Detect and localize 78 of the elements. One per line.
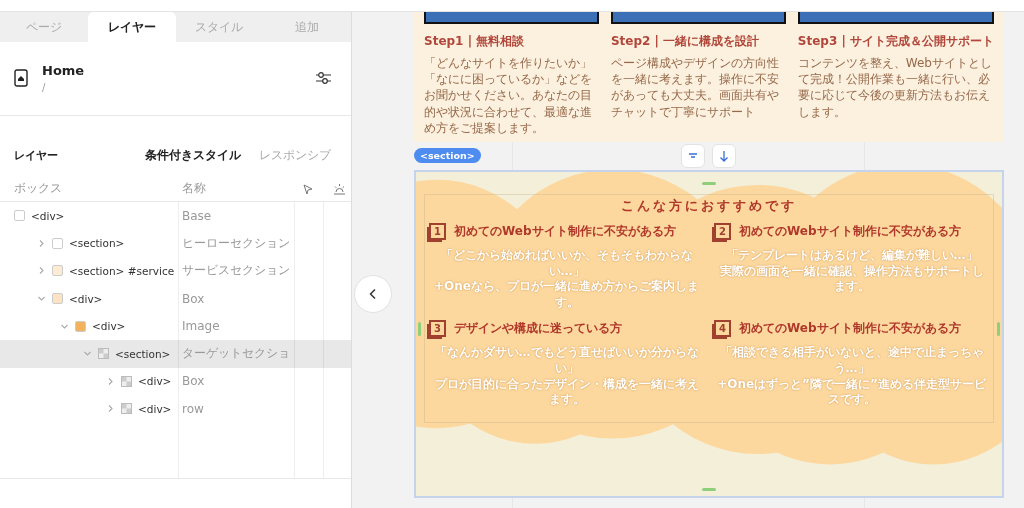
- item-description: +Oneはずっと”隣で一緒に”進める伴走型サービスです。: [716, 376, 987, 408]
- resize-handle[interactable]: [997, 321, 1000, 336]
- chevron-right-icon[interactable]: [37, 238, 46, 248]
- image-icon: [121, 375, 132, 387]
- layer-row[interactable]: <div> row: [0, 395, 351, 423]
- chevron-left-icon: [368, 288, 378, 300]
- item-description: +Oneなら、プロが一緒に進め方からご案内します。: [433, 279, 700, 311]
- layer-name: row: [181, 401, 205, 416]
- chevron-down-icon[interactable]: [83, 349, 92, 359]
- item-title: 初めてのWebサイト制作に不安がある方: [454, 222, 676, 240]
- chevron-right-icon[interactable]: [106, 376, 115, 386]
- element-tag: <div>: [31, 209, 65, 222]
- layer-row[interactable]: <div> Box: [0, 367, 351, 396]
- resize-handle[interactable]: [702, 487, 716, 491]
- item-description: 「どこから始めればいいか、そもそもわからない…」: [439, 247, 694, 279]
- layer-name: Image: [181, 319, 221, 334]
- image-icon: [98, 348, 109, 360]
- number-badge: 1: [429, 222, 446, 240]
- layer-name: サービスセクション: [181, 262, 291, 280]
- layer-row[interactable]: <section> ヒーローセクション: [0, 229, 351, 258]
- item-description: プロが目的に合ったデザイン・構成を一緒に考えます。: [433, 376, 700, 408]
- layer-row[interactable]: <section> ターゲットセクショ: [0, 339, 351, 368]
- align-button[interactable]: [680, 143, 705, 168]
- settings-sliders-icon[interactable]: [315, 70, 331, 85]
- step-title: Step3 | サイト完成＆公開サポート: [797, 33, 994, 50]
- chevron-down-icon[interactable]: [37, 294, 46, 304]
- element-tag: <div>: [138, 375, 172, 388]
- image-icon: [121, 403, 132, 415]
- element-tag: <section> #service: [69, 265, 175, 277]
- layer-name: ヒーローセクション: [181, 234, 291, 252]
- selected-element-label: <section>: [414, 148, 481, 164]
- page-path: /: [42, 81, 47, 93]
- step-description: 「どんなサイトを作りたいか」「なにに困っているか」などをお聞かせください。あなたの目的や状況に合わせて、最適な進め方をご提案します。: [424, 55, 593, 136]
- step-title: Step2 | 一緒に構成を設計: [610, 33, 761, 50]
- item-title: デザインや構成に迷っている方: [454, 320, 622, 338]
- align-icon: [687, 151, 698, 160]
- item-description: 「相談できる相手がいないと、途中で止まっちゃう…」: [718, 345, 985, 377]
- layer-name: Box: [181, 374, 206, 389]
- layer-row[interactable]: <div> Box: [0, 284, 351, 313]
- home-page-icon: [14, 68, 28, 87]
- item-description: 実際の画面を一緒に確認、操作方法もサポートします。: [718, 263, 985, 295]
- layer-row[interactable]: <section> #service サービスセクション: [0, 257, 351, 285]
- resize-handle[interactable]: [418, 321, 421, 336]
- item-title: 初めてのWebサイト制作に不安がある方: [739, 222, 961, 240]
- item-description: 「テンプレートはあるけど、編集が難しい…」: [725, 247, 978, 264]
- layer-name: Box: [181, 291, 206, 306]
- number-badge: 3: [429, 320, 446, 338]
- column-header: 名称: [181, 180, 207, 197]
- element-tag: <div>: [92, 320, 126, 333]
- column-header: ボックス: [13, 180, 63, 197]
- step-title: Step1 | 無料相談: [424, 33, 526, 50]
- element-tag: <section>: [115, 347, 171, 360]
- arrow-down-icon: [718, 149, 729, 162]
- chevron-right-icon[interactable]: [106, 404, 115, 414]
- mode-tab[interactable]: 条件付きスタイル: [127, 146, 241, 164]
- step-description: コンテンツを整え、Webサイトとして完成！公開作業も一緒に行い、必要に応じて今後の更新方法もお伝えします。: [797, 55, 993, 120]
- item-title: 初めてのWebサイト制作に不安がある方: [739, 320, 961, 338]
- section-heading: こんな方におすすめです: [621, 196, 797, 215]
- move-down-button[interactable]: [711, 143, 736, 168]
- pointer-icon[interactable]: [302, 182, 314, 195]
- collapse-panel-button[interactable]: [354, 275, 392, 313]
- chevron-right-icon[interactable]: [37, 266, 46, 276]
- element-tag: <div>: [69, 292, 103, 305]
- resize-handle[interactable]: [702, 181, 716, 185]
- layer-row[interactable]: <div> Base: [0, 202, 351, 230]
- element-tag: <div>: [138, 402, 172, 415]
- number-badge: 2: [714, 222, 731, 240]
- page-title: Home: [42, 62, 86, 78]
- layer-name: ターゲットセクショ: [181, 345, 291, 363]
- step-description: ページ構成やデザインの方向性を一緒に考えます。操作に不安があっても大丈夫。画面共有やチャットで丁寧にサポート: [610, 55, 780, 120]
- panel-tab[interactable]: レイヤー: [87, 12, 176, 42]
- layer-name: Base: [181, 208, 213, 223]
- element-tag: <section>: [69, 237, 125, 250]
- sun-icon[interactable]: [333, 182, 346, 195]
- number-badge: 4: [714, 320, 731, 338]
- layers-heading: レイヤー: [14, 147, 59, 163]
- item-description: 「なんかダサい…でもどう直せばいいか分からない」: [433, 345, 700, 377]
- layer-row[interactable]: <div> Image: [0, 312, 351, 340]
